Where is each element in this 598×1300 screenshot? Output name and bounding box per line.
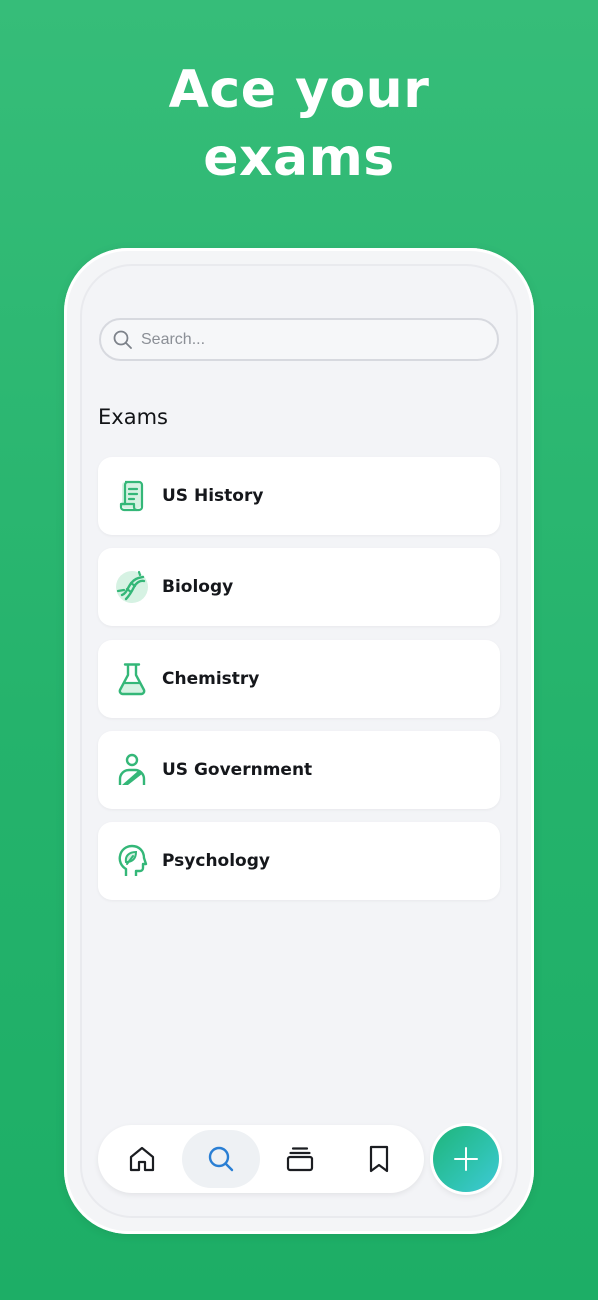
headline: Ace your exams xyxy=(0,56,598,192)
exam-card-psychology[interactable]: Psychology xyxy=(98,822,500,900)
plus-icon xyxy=(454,1147,478,1171)
exam-card-us-government[interactable]: US Government xyxy=(98,731,500,809)
search-icon xyxy=(208,1146,234,1172)
exam-card-us-history[interactable]: US History xyxy=(98,457,500,535)
add-button[interactable] xyxy=(433,1126,499,1192)
headline-line-1: Ace your xyxy=(168,60,430,120)
head-leaf-icon xyxy=(118,844,148,876)
nav-home-button[interactable] xyxy=(103,1130,181,1188)
search-input[interactable] xyxy=(141,330,471,349)
exam-card-biology[interactable]: Biology xyxy=(98,548,500,626)
dna-icon xyxy=(116,570,148,603)
section-title: Exams xyxy=(98,405,168,429)
exam-label: Psychology xyxy=(162,851,270,871)
exam-label: Biology xyxy=(162,577,234,597)
stack-icon xyxy=(286,1147,314,1172)
scroll-icon xyxy=(119,480,144,512)
exam-card-chemistry[interactable]: Chemistry xyxy=(98,640,500,718)
headline-line-2: exams xyxy=(203,128,395,188)
flask-icon xyxy=(118,663,146,696)
nav-library-button[interactable] xyxy=(261,1130,339,1188)
nav-search-button[interactable] xyxy=(182,1130,260,1188)
bookmark-icon xyxy=(369,1145,389,1173)
exam-label: Chemistry xyxy=(162,669,260,689)
search-icon xyxy=(113,330,132,349)
search-bar[interactable] xyxy=(99,318,499,361)
nav-saved-button[interactable] xyxy=(340,1130,418,1188)
exam-label: US History xyxy=(162,486,264,506)
person-sash-icon xyxy=(118,753,146,785)
bottom-nav xyxy=(98,1125,424,1193)
home-icon xyxy=(129,1146,155,1172)
exam-label: US Government xyxy=(162,760,313,780)
